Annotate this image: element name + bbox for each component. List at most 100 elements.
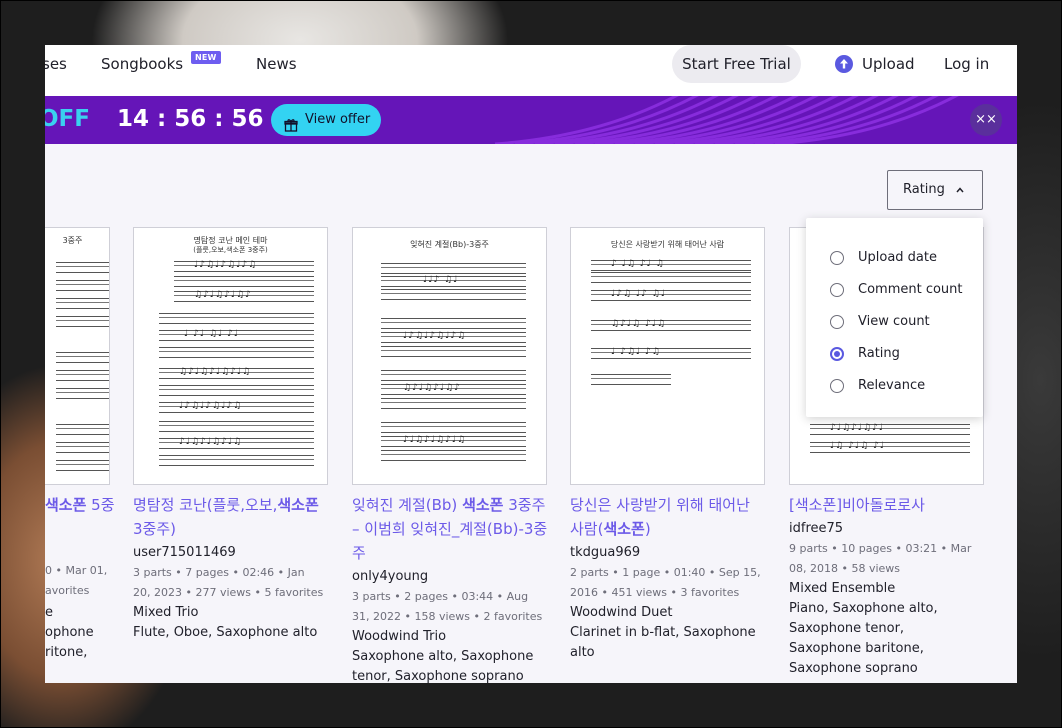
staff-line (56, 316, 109, 327)
title-highlight: 색소폰 (462, 496, 504, 514)
sort-option-comment-count[interactable]: Comment count (830, 279, 980, 303)
sort-option-label: Comment count (858, 282, 963, 297)
instrument-list: Piano, Saxophone alto, Saxophone tenor, … (789, 601, 938, 676)
instrument-list: Saxophone alto, Saxophone tenor, Saxopho… (352, 649, 534, 683)
sort-option-upload-date[interactable]: Upload date (830, 247, 980, 271)
notes-glyphs: ♩♪♫ ♩♪ ♫♩ (611, 289, 667, 299)
score-thumbnail[interactable]: 3중주 (45, 227, 110, 485)
ensemble-type: Mixed Trio (133, 605, 199, 620)
sort-option-view-count[interactable]: View count (830, 311, 980, 335)
title-highlight: 색소폰 (45, 496, 87, 514)
score-meta: 3 parts • 2 pages • 03:44 • Aug 31, 2022… (352, 590, 543, 623)
upload-arrow-icon (835, 55, 853, 73)
title-highlight: 색소폰 (603, 520, 645, 538)
staff-line (381, 422, 526, 433)
sort-dropdown-menu: Upload date Comment count View count Rat… (806, 218, 983, 417)
score-meta: 3 parts • 7 pages • 02:46 • Jan 20, 2023… (133, 566, 324, 599)
notes-glyphs: ♫♪♩♫♪♩♫♪ (194, 290, 252, 300)
staff-line (56, 442, 109, 453)
sort-option-rating[interactable]: Rating (830, 343, 980, 367)
ensemble-type: Woodwind Trio (352, 629, 447, 644)
staff-line (56, 280, 109, 291)
staff-line (159, 455, 314, 466)
score-thumbnail[interactable]: 명탐정 코난 메인 테마 (플룻,오보,색소폰 3중주) ♩♪♫♩♪♫♩♪♫ ♫… (133, 227, 328, 485)
staff-line (56, 352, 109, 363)
title-rest: 5중 (86, 496, 115, 514)
sheet-title: 잊혀진 계절(Bb)-3중주 (410, 240, 489, 249)
login-link[interactable]: Log in (944, 55, 989, 73)
nav-courses-link[interactable]: ses (45, 55, 67, 73)
staff-line (56, 370, 109, 381)
banner-stripes-decoration (494, 96, 959, 144)
radio-unselected-icon (830, 251, 844, 265)
score-author-link[interactable]: tkdgua969 (570, 543, 640, 563)
score-title-link[interactable]: [색소폰]비아돌로로사 (789, 493, 985, 517)
notes-glyphs: ♫♪♩♫ ♪♩♫ (611, 319, 667, 329)
staff-line (56, 388, 109, 399)
discount-text: OFF (45, 106, 90, 132)
notes-glyphs: ♪ ♩♫ ♪♩ ♫ (611, 259, 665, 269)
score-author-link[interactable]: user715011469 (133, 543, 236, 563)
staff-line (56, 460, 109, 471)
notes-glyphs: ♩♪♫♩♪♫♩♪♫ (194, 260, 258, 270)
score-author-link[interactable]: idfree75 (789, 519, 843, 539)
score-thumbnail[interactable]: 당신은 사랑받기 위해 태어난 사람 ♪ ♩♫ ♪♩ ♫ ♩♪♫ ♩♪ ♫♩ ♫… (570, 227, 765, 485)
view-offer-label: View offer (305, 112, 371, 127)
notes-glyphs: ♫♪♩♫♪♩♫♪ (403, 383, 461, 393)
ensemble-type: Woodwind Duet (570, 605, 673, 620)
notes-glyphs: ♩♪♫♩♪♫♩♪♫ (179, 401, 243, 411)
staff-line (381, 318, 526, 329)
notes-glyphs: ♪♩♫♪♩♫♪♩♫ (179, 437, 243, 447)
nav-news-link[interactable]: News (256, 55, 297, 73)
radio-unselected-icon (830, 379, 844, 393)
sort-selected-label: Rating (903, 182, 945, 197)
notes-glyphs: ♫♪♩♫♪♩♫♪♩♫ (179, 367, 252, 377)
notes-glyphs: ♩♫ ♪♩♫ ♪♩ (830, 441, 886, 451)
title-rest: 색소폰]비아돌로로사 (794, 496, 925, 514)
sheet-subtitle: (플룻,오보,색소폰 3중주) (193, 246, 268, 254)
staff-line (591, 374, 671, 385)
ensemble-type: e (45, 605, 53, 620)
notes-glyphs: ♩ ♪♩ ♫♩ ♪♩ (184, 329, 240, 339)
score-title-link[interactable]: 명탐정 코난(플룻,오보,색소폰 3중주) (133, 493, 329, 541)
sort-option-relevance[interactable]: Relevance (830, 375, 980, 399)
staff-line (381, 263, 526, 274)
staff-line (381, 398, 526, 409)
top-nav: ses Songbooks NEW News Start Free Trial … (45, 45, 1017, 96)
title-start: 명탐정 코난(플룻,오보, (133, 496, 278, 514)
staff-line (381, 289, 526, 300)
staff-line (56, 298, 109, 309)
sheet-title: 당신은 사랑받기 위해 태어난 사람 (610, 240, 725, 249)
radio-selected-icon (830, 347, 844, 361)
staff-line (381, 370, 526, 381)
notes-glyphs: ♩♩♪ ♫♩ (423, 275, 459, 285)
sort-option-label: Relevance (858, 378, 926, 393)
staff-line (591, 272, 751, 283)
radio-unselected-icon (830, 283, 844, 297)
nav-songbooks-link[interactable]: Songbooks (101, 55, 183, 73)
promo-banner: OFF 14 : 56 : 56 View offer ×× (45, 96, 1017, 144)
banner-close-icon[interactable]: ×× (970, 104, 1002, 136)
start-free-trial-button[interactable]: Start Free Trial (672, 45, 801, 83)
score-thumbnail[interactable]: 잊혀진 계절(Bb)-3중주 ♩♩♪ ♫♩ ♩♪♫♩♪♫♩♪♫ ♫♪♩♫♪♩♫♪… (352, 227, 547, 485)
title-rest: ) (644, 520, 651, 538)
sort-option-label: View count (858, 314, 930, 329)
score-title-link[interactable]: 잊혀진 계절(Bb) 색소폰 3중주 – 이범희 잊혀진_계절(Bb)-3중주 (352, 493, 548, 565)
notes-glyphs: ♩♪♫♩♪♫♩♪♫ (403, 331, 467, 341)
score-meta: avorites (45, 584, 90, 597)
view-offer-button[interactable]: View offer (271, 104, 381, 136)
gift-icon (284, 113, 298, 132)
sort-dropdown-button[interactable]: Rating (887, 170, 983, 210)
score-meta: 0 • Mar 01, (45, 564, 108, 577)
title-start: 잊혀진 계절(Bb) (352, 496, 463, 514)
notes-glyphs: ♪♩♫♪♩♫♪♩♫ (403, 435, 467, 445)
title-start: 당신은 사랑받기 위해 태어난 사람( (570, 496, 750, 538)
upload-label: Upload (862, 55, 915, 73)
staff-line (56, 424, 109, 435)
instrument-list: Flute, Oboe, Saxophone alto (133, 625, 318, 640)
staff-line (56, 262, 109, 273)
score-title-link[interactable]: 색소폰 5중 (45, 493, 125, 517)
score-title-link[interactable]: 당신은 사랑받기 위해 태어난 사람(색소폰) (570, 493, 766, 541)
score-author-link[interactable]: only4young (352, 567, 428, 587)
notes-glyphs: ♪♩♫♪♩♫♪♩ (830, 423, 885, 433)
